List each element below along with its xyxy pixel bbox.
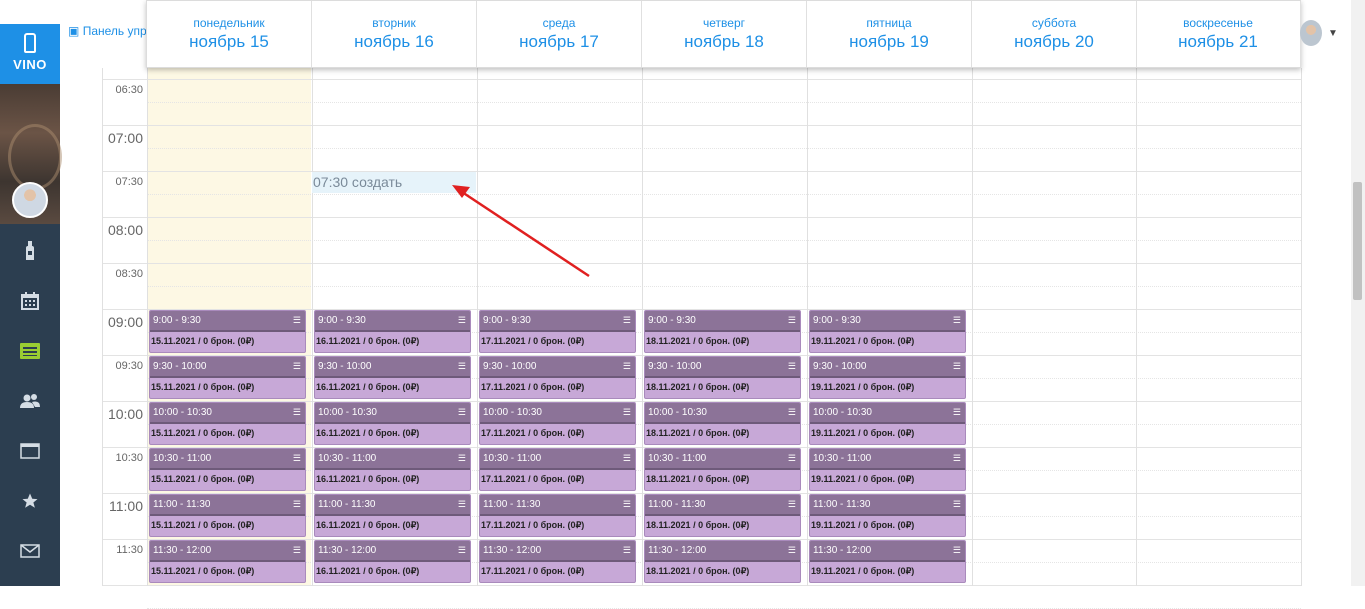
day-name: понедельник [193,16,265,30]
arrow-shaft [461,190,590,278]
day-date: ноябрь 20 [1014,32,1094,51]
scrollbar-thumb[interactable] [1353,182,1362,300]
day-header[interactable]: воскресенье ноябрь 21 [1136,1,1301,67]
day-name: четверг [703,16,745,30]
annotation-arrow [452,185,590,278]
day-date: ноябрь 16 [354,32,434,51]
day-name: пятница [866,16,912,30]
day-header[interactable]: понедельник ноябрь 15 [147,1,312,67]
day-name: среда [542,16,576,30]
day-header[interactable]: вторник ноябрь 16 [312,1,477,67]
user-avatar[interactable] [1300,20,1322,46]
calendar-header: понедельник ноябрь 15 вторник ноябрь 16 сред… [146,0,1301,68]
chevron-down-icon[interactable]: ▼ [1328,28,1338,39]
day-header[interactable]: среда ноябрь 17 [477,1,642,67]
day-header[interactable]: четверг ноябрь 18 [642,1,807,67]
day-date: ноябрь 18 [684,32,764,51]
day-date: ноябрь 15 [189,32,269,51]
day-date: ноябрь 17 [519,32,599,51]
day-name: вторник [372,16,416,30]
day-name: суббота [1031,16,1077,30]
day-date: ноябрь 19 [849,32,929,51]
day-name: воскресенье [1183,16,1253,30]
day-header[interactable]: пятница ноябрь 19 [807,1,972,67]
day-header[interactable]: суббота ноябрь 20 [972,1,1137,67]
day-date: ноябрь 21 [1178,32,1258,51]
